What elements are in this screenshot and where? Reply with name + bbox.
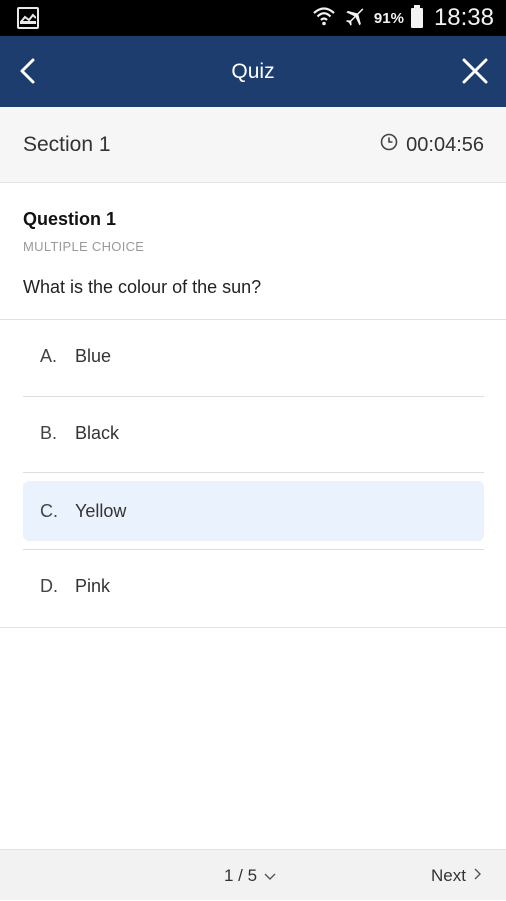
status-bar: 91% 18:38	[0, 0, 506, 36]
gallery-icon	[17, 7, 39, 29]
page-title: Quiz	[231, 60, 275, 83]
divider	[23, 549, 484, 550]
option-text: Blue	[75, 345, 112, 366]
option-text: Pink	[75, 575, 111, 596]
app-bar: Quiz	[0, 36, 506, 107]
question-title: Question 1	[23, 209, 117, 229]
divider	[23, 472, 484, 473]
timer: 00:04:56	[380, 107, 484, 183]
option-text: Black	[75, 422, 120, 443]
battery-percent: 91%	[373, 9, 404, 27]
timer-value: 00:04:56	[406, 133, 484, 156]
option-b[interactable]: B. Black	[23, 403, 484, 463]
clock-icon	[380, 133, 398, 157]
answer-options: A. Blue B. Black C. Yellow D. Pink	[0, 320, 506, 628]
battery-icon	[410, 5, 423, 28]
page-selector[interactable]: 1 / 5	[224, 850, 277, 901]
footer-bar: 1 / 5 Next	[0, 849, 506, 900]
wifi-icon	[312, 4, 336, 33]
question-type: MULTIPLE CHOICE	[23, 239, 145, 254]
airplane-icon	[343, 4, 367, 33]
section-header: Section 1 00:04:56	[0, 107, 506, 183]
option-letter: C.	[40, 500, 58, 521]
next-label: Next	[431, 865, 466, 885]
option-c[interactable]: C. Yellow	[23, 481, 484, 541]
option-text: Yellow	[75, 500, 127, 521]
section-title: Section 1	[23, 133, 111, 156]
question-text: What is the colour of the sun?	[23, 277, 262, 297]
divider	[23, 396, 484, 397]
close-icon[interactable]	[458, 54, 492, 88]
chevron-down-icon	[263, 850, 277, 901]
option-letter: D.	[40, 575, 58, 596]
option-a[interactable]: A. Blue	[23, 326, 484, 386]
clock: 18:38	[433, 4, 494, 31]
next-button[interactable]: Next	[431, 850, 482, 901]
page-indicator: 1 / 5	[224, 866, 258, 885]
option-letter: A.	[40, 345, 58, 366]
option-letter: B.	[40, 422, 58, 443]
chevron-right-icon	[472, 866, 482, 886]
question-block: Question 1 MULTIPLE CHOICE What is the c…	[0, 183, 506, 320]
option-d[interactable]: D. Pink	[23, 556, 484, 616]
